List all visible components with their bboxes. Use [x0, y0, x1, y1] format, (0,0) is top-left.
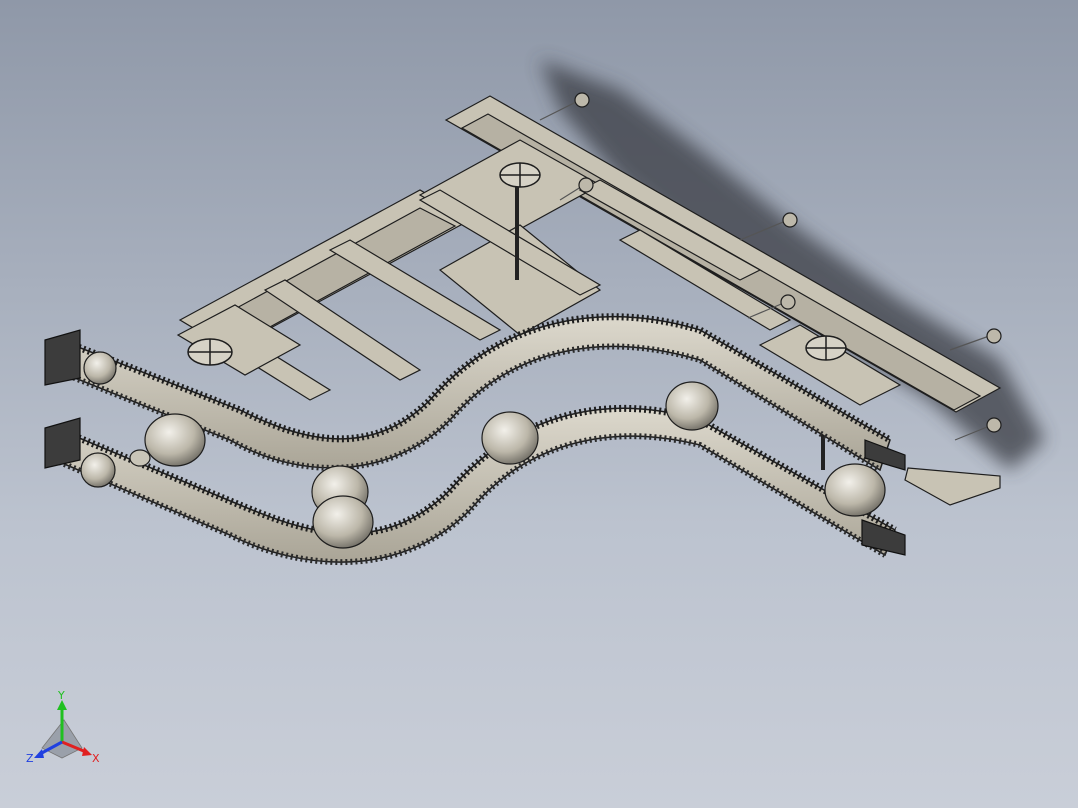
x-axis-label: X	[92, 752, 100, 765]
graphics-viewport[interactable]: Y X Z	[0, 0, 1078, 808]
view-orientation-triad[interactable]: Y X Z	[22, 690, 112, 770]
conveyor-assembly-model[interactable]	[0, 0, 1078, 808]
y-axis-label: Y	[57, 690, 65, 702]
z-axis-label: Z	[26, 752, 34, 765]
